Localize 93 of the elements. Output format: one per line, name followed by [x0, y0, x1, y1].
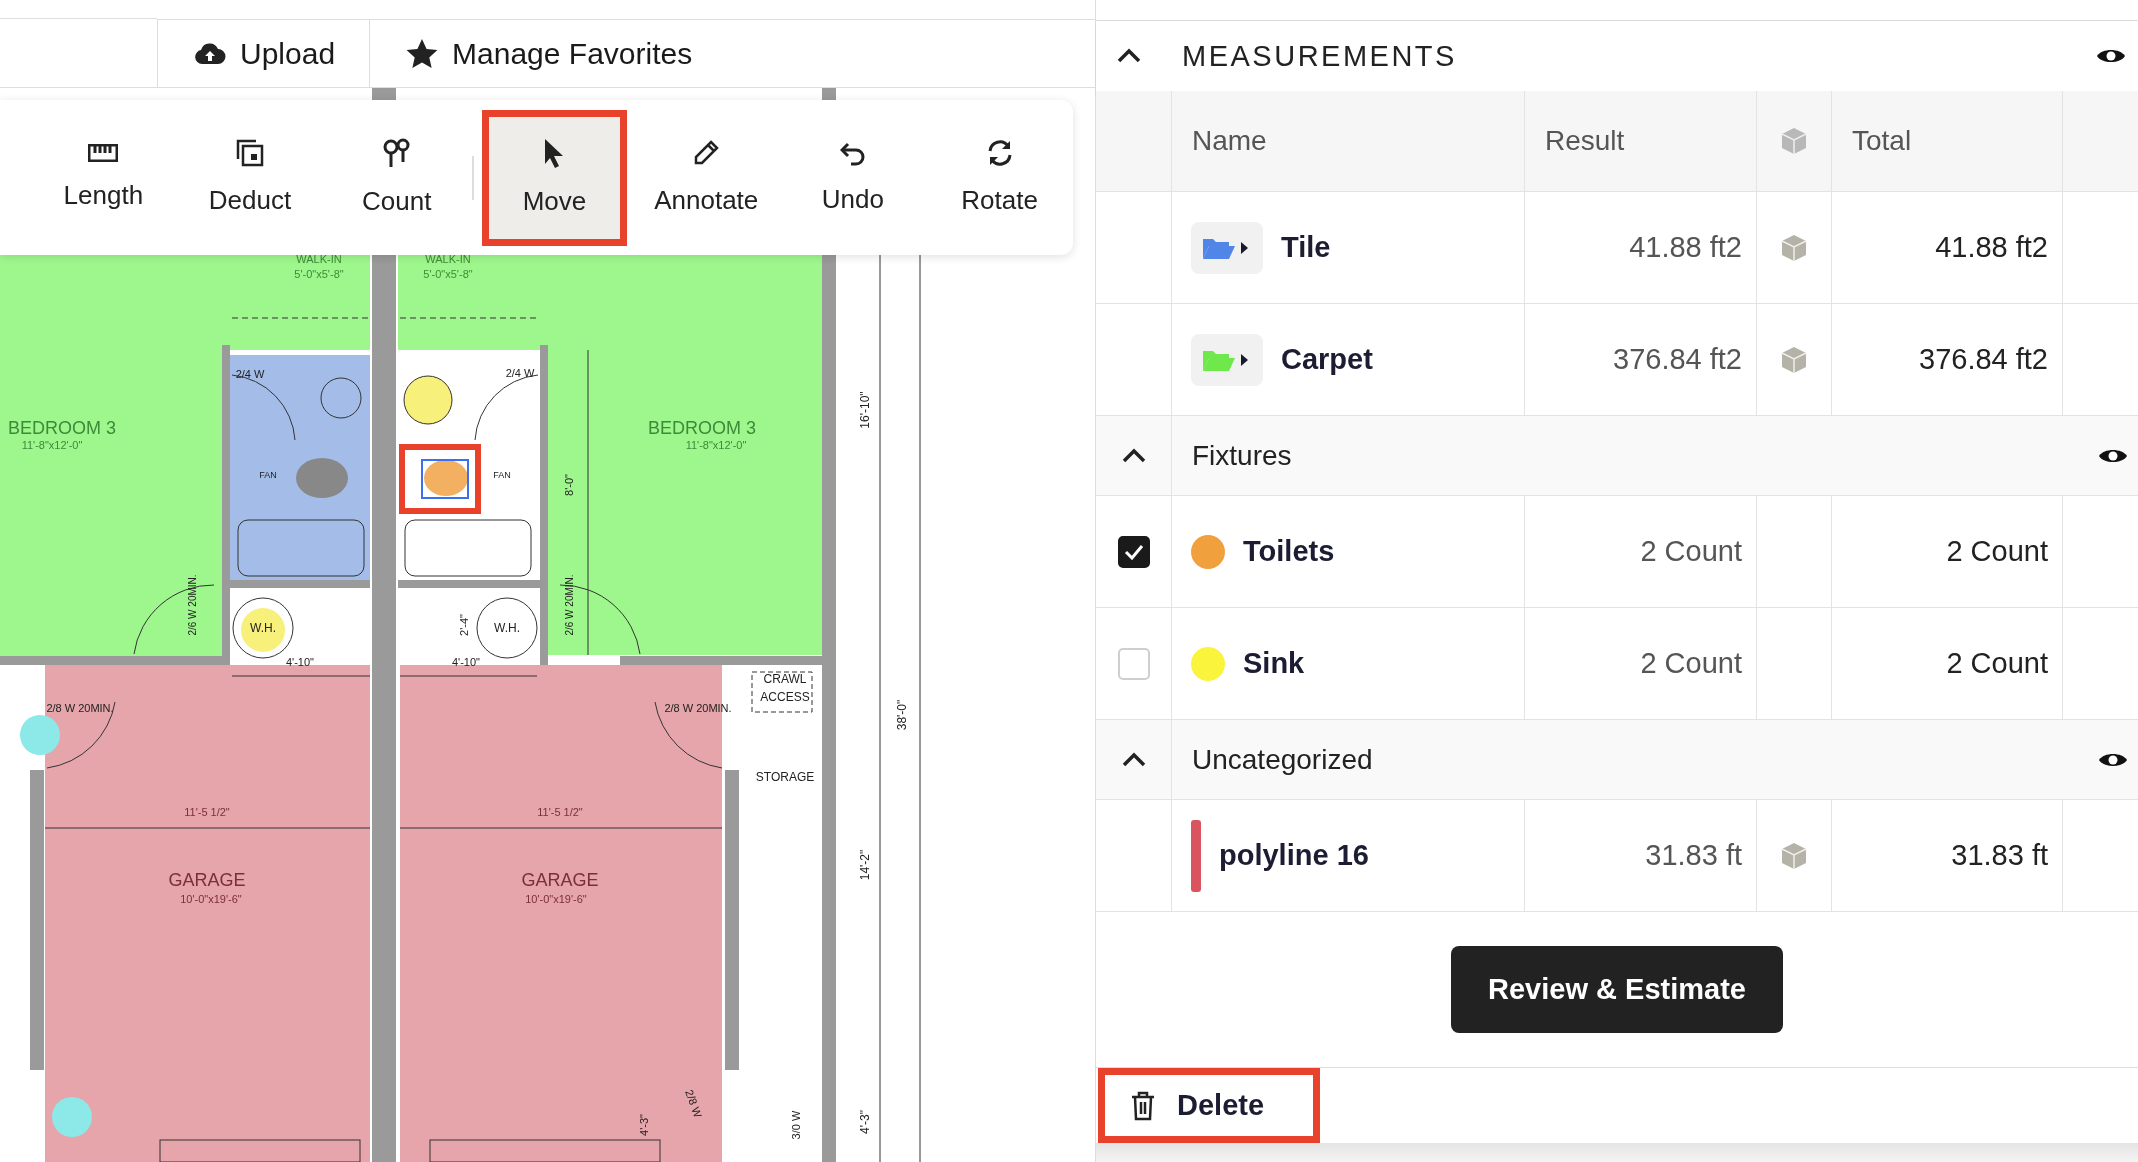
folder-toggle[interactable] [1191, 333, 1263, 386]
plan-label: 14'-2" [858, 849, 872, 881]
total-value: 31.83 ft [1951, 839, 2048, 872]
water-heater [476, 597, 538, 659]
plan-label: W.H. [250, 621, 276, 635]
plan-label: 10'-0"x19'-6" [180, 893, 242, 905]
star-icon [406, 38, 439, 69]
total-value: 2 Count [1946, 647, 2048, 680]
plan-label: 2/6 W 20MIN. [187, 574, 198, 636]
item-name[interactable]: Tile [1281, 231, 1331, 264]
plan-label: CRAWL [763, 672, 807, 686]
plan-label: 5'-0"x5'-8" [423, 268, 473, 280]
plan-label: 2/8 W [683, 1088, 705, 1120]
delete-button[interactable]: Delete [1098, 1068, 1320, 1143]
plan-label: 2/4 W [235, 368, 265, 380]
chevron-up-icon[interactable] [1120, 447, 1147, 464]
plan-label: 8'-0" [563, 474, 575, 496]
plan-label: 5'-0"x5'-8" [294, 268, 344, 280]
plan-label: W.H. [494, 621, 520, 635]
point-marker[interactable] [52, 1097, 92, 1137]
item-name[interactable]: Carpet [1281, 343, 1373, 376]
column-header: Result [1544, 125, 1625, 157]
panel-title: MEASUREMENTS [1182, 39, 1458, 73]
plan-label: GARAGE [168, 870, 246, 890]
undo-icon [839, 140, 866, 166]
plan-label: WALK-IN [296, 253, 342, 265]
plan-label: 10'-0"x19'-6" [525, 893, 587, 905]
review-estimate-button[interactable]: Review & Estimate [1451, 946, 1783, 1033]
plan-label: 3/0 W [790, 1110, 802, 1140]
toilet-marker[interactable] [421, 459, 469, 499]
plan-label: BEDROOM 3 [8, 418, 116, 438]
sink [320, 377, 362, 419]
plan-label: WALK-IN [425, 253, 471, 265]
cube-icon [1779, 232, 1809, 263]
ruler-icon [88, 144, 119, 162]
plan-label: 11'-5 1/2" [184, 806, 230, 818]
plan-label: GARAGE [521, 870, 599, 890]
cloud-upload-icon [194, 41, 226, 66]
sink-marker [403, 375, 453, 425]
cube-icon [1779, 840, 1809, 871]
squares-icon [236, 139, 265, 167]
tool-button[interactable]: Move [482, 109, 627, 246]
plan-label: 4'-3" [858, 1110, 872, 1134]
plan-label: 2/8 W 20MIN. [664, 702, 732, 714]
total-value: 41.88 ft2 [1935, 231, 2048, 264]
plan-label: 4'-10" [286, 656, 314, 668]
toolbar-button[interactable]: Upload [157, 19, 370, 87]
total-value: 376.84 ft2 [1919, 343, 2048, 376]
group-title: Fixtures [1192, 439, 1293, 472]
folder-toggle[interactable] [1191, 221, 1263, 274]
item-name[interactable]: Sink [1243, 647, 1305, 680]
toilet [296, 458, 348, 498]
column-header: Total [1851, 125, 1912, 157]
plan-label: 2/8 W 20MIN. [46, 702, 114, 714]
item-name[interactable]: Toilets [1243, 535, 1335, 568]
result-value: 31.83 ft [1645, 839, 1742, 872]
cube-icon [1779, 126, 1809, 156]
checkbox[interactable] [1117, 535, 1150, 568]
plan-label: 16'-10" [858, 391, 872, 429]
plan-label: BEDROOM 3 [648, 418, 756, 438]
plan-label: 11'-8"x12'-0" [685, 439, 747, 451]
result-value: 2 Count [1640, 535, 1742, 568]
chevron-up-icon[interactable] [1120, 751, 1147, 768]
chevron-up-icon[interactable] [1116, 48, 1142, 64]
plan-label: 2/4 W [505, 367, 535, 379]
plan-label: 2/6 W 20MIN. [564, 574, 575, 636]
plan-label: 11'-8"x12'-0" [21, 439, 83, 451]
plan-label: 38'-0" [895, 699, 909, 731]
column-header: Name [1191, 125, 1267, 157]
result-value: 41.88 ft2 [1629, 231, 1742, 264]
plan-label: 11'-5 1/2" [537, 806, 583, 818]
total-value: 2 Count [1946, 535, 2048, 568]
result-value: 2 Count [1640, 647, 1742, 680]
plan-label: STORAGE [755, 770, 815, 784]
result-value: 376.84 ft2 [1613, 343, 1742, 376]
trash-icon [1131, 1090, 1155, 1121]
pen-icon [692, 139, 721, 167]
checkmark-icon [1123, 543, 1144, 560]
pins-icon [381, 138, 412, 168]
water-heater-marker [232, 597, 294, 659]
plan-label: 2'-4" [458, 614, 470, 636]
plan-label: FAN [259, 470, 277, 480]
crawl-access-outline [751, 671, 813, 713]
plan-label: 4'-10" [452, 656, 480, 668]
cube-icon [1779, 344, 1809, 375]
plan-label: 4'-3" [638, 1114, 650, 1136]
toolbar-button[interactable]: Manage Favorites [369, 19, 1095, 87]
plan-label: ACCESS [760, 690, 810, 704]
plan-label: FAN [493, 470, 511, 480]
door-swing [46, 701, 116, 769]
group-title: Uncategorized [1192, 743, 1374, 776]
item-name[interactable]: polyline 16 [1219, 839, 1369, 872]
point-marker[interactable] [20, 715, 60, 755]
